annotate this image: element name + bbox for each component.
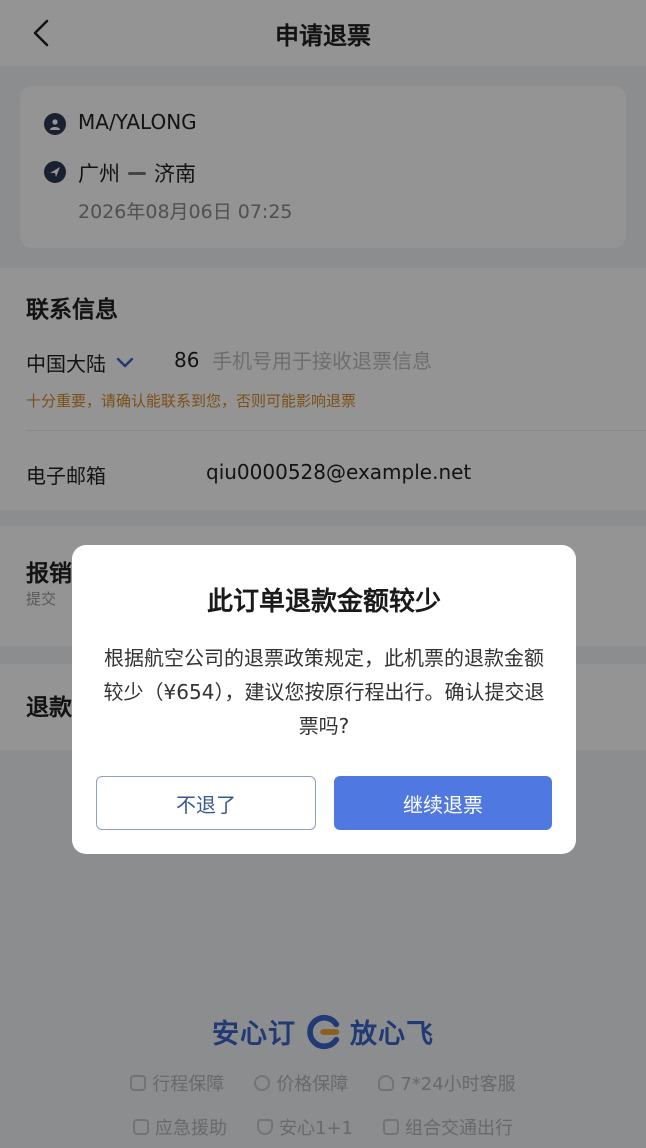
continue-refund-button[interactable]: 继续退票 bbox=[334, 776, 552, 830]
dialog-message: 根据航空公司的退票政策规定，此机票的退款金额较少（¥654），建议您按原行程出行… bbox=[103, 646, 545, 738]
dialog-title: 此订单退款金额较少 bbox=[206, 587, 441, 617]
low-refund-dialog: 此订单退款金额较少 根据航空公司的退票政策规定，此机票的退款金额较少（¥654）… bbox=[72, 545, 576, 854]
cancel-button[interactable]: 不退了 bbox=[96, 776, 316, 830]
